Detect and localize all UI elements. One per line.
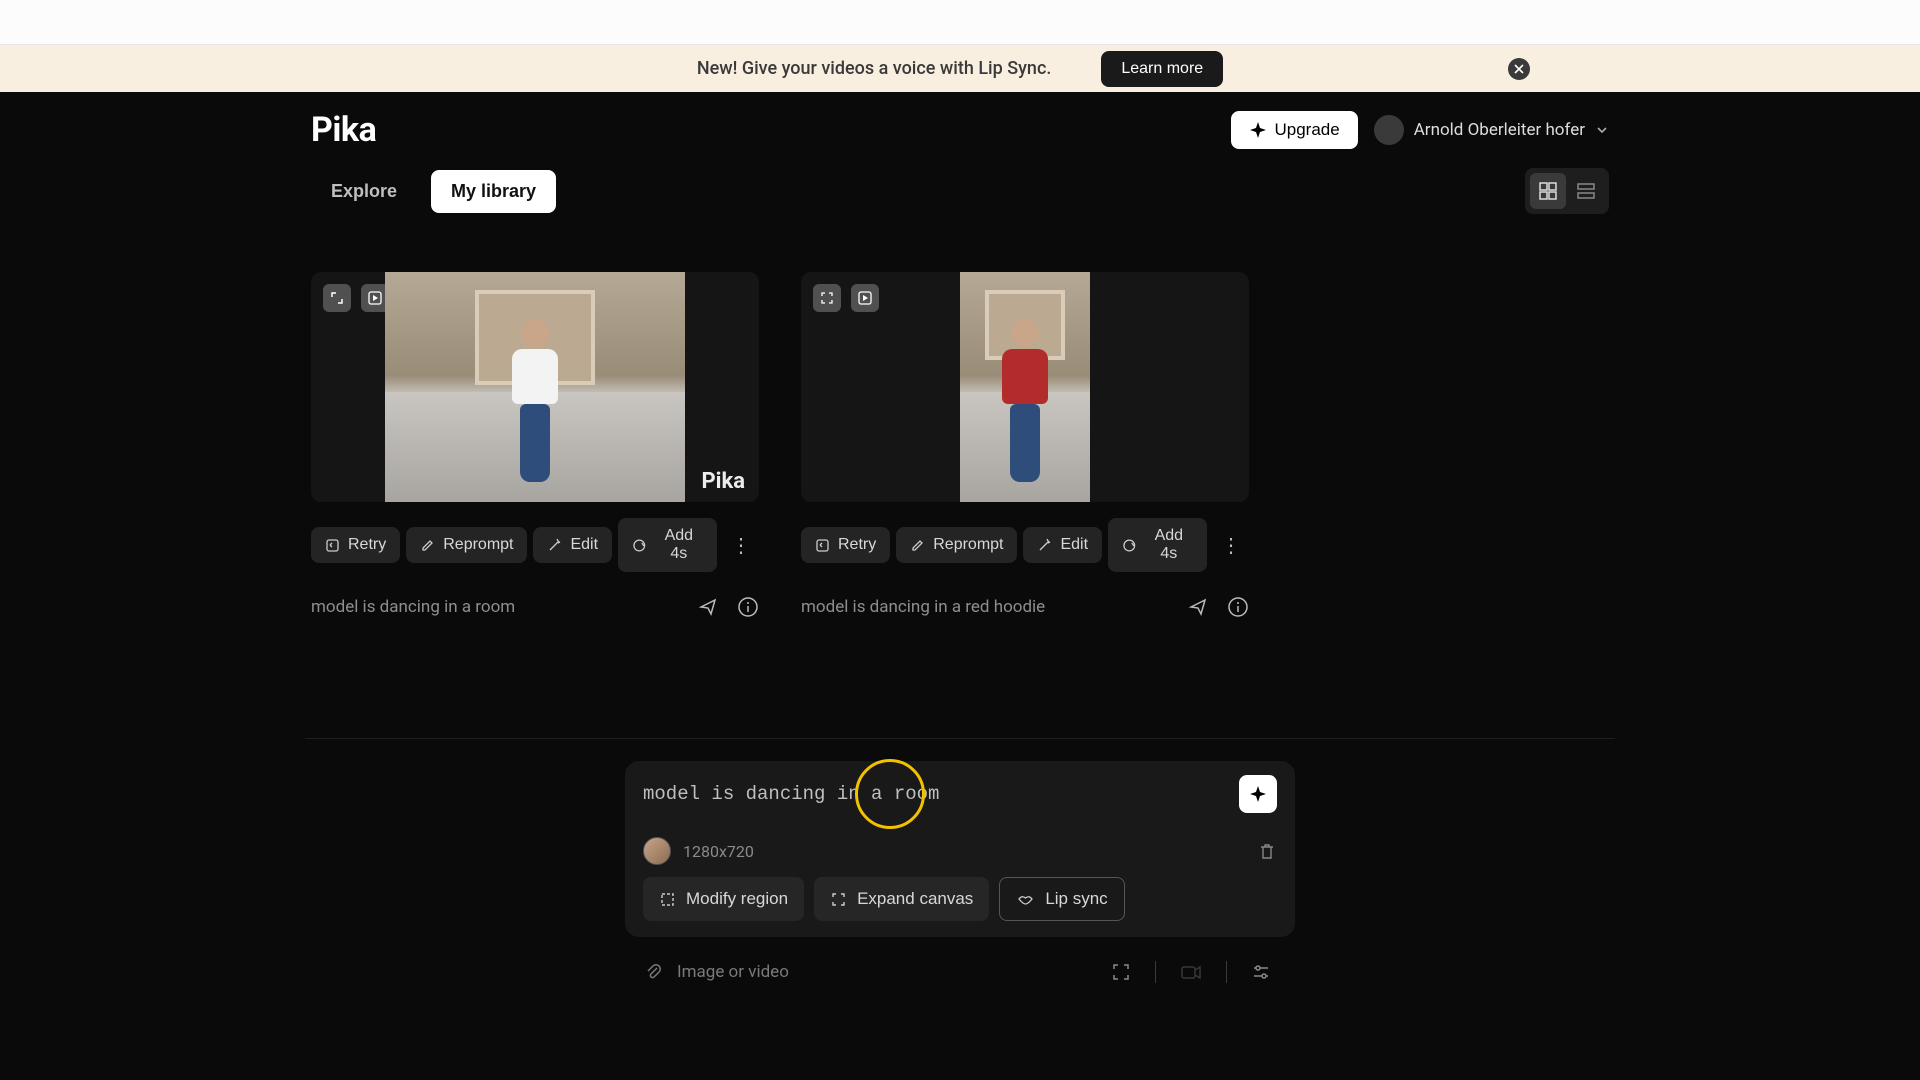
attachment-bar: Image or video (625, 943, 1295, 983)
prompt-composer: 1280x720 Modify region Expand canvas (625, 761, 1295, 937)
sliders-icon (1251, 962, 1271, 982)
list-icon (1577, 182, 1595, 200)
add-4s-button[interactable]: Add 4s (618, 518, 717, 572)
frame-icon (1111, 962, 1131, 982)
generate-button[interactable] (1239, 775, 1277, 813)
close-icon (1514, 64, 1524, 74)
app-logo[interactable]: Pika (311, 110, 376, 150)
play-media-button[interactable] (851, 284, 879, 312)
announcement-bar: New! Give your videos a voice with Lip S… (0, 45, 1920, 92)
share-icon (697, 596, 719, 618)
attached-media-thumbnail[interactable] (643, 837, 671, 865)
list-view-button[interactable] (1568, 173, 1604, 209)
edit-prompt-icon (420, 538, 435, 553)
info-icon (737, 596, 759, 618)
tab-my-library[interactable]: My library (431, 170, 556, 213)
aspect-ratio-button[interactable] (1111, 962, 1131, 982)
video-card: Pika Retry Reprompt Edit (311, 272, 759, 618)
tabs-row: Explore My library (305, 168, 1615, 214)
retry-icon (325, 538, 340, 553)
reprompt-button[interactable]: Reprompt (406, 527, 527, 563)
divider (1226, 961, 1227, 983)
close-announcement-button[interactable] (1508, 58, 1530, 80)
user-menu[interactable]: Arnold Oberleiter hofer (1374, 115, 1609, 145)
retry-button[interactable]: Retry (801, 527, 890, 563)
tab-explore[interactable]: Explore (311, 170, 417, 213)
info-button[interactable] (737, 596, 759, 618)
trash-icon (1257, 841, 1277, 861)
wand-icon (1037, 538, 1052, 553)
edit-button[interactable]: Edit (533, 527, 612, 563)
modify-region-button[interactable]: Modify region (643, 877, 804, 921)
wand-icon (547, 538, 562, 553)
announcement-text: New! Give your videos a voice with Lip S… (697, 58, 1052, 79)
info-icon (1227, 596, 1249, 618)
lip-sync-button[interactable]: Lip sync (999, 877, 1124, 921)
more-actions-button[interactable]: ⋮ (723, 529, 759, 562)
share-icon (1187, 596, 1209, 618)
paperclip-icon (643, 962, 663, 982)
video-thumbnail[interactable] (801, 272, 1249, 502)
sparkle-icon (1249, 785, 1267, 803)
watermark: Pika (701, 469, 745, 494)
app-topbar: Pika Upgrade Arnold Oberleiter hofer (305, 110, 1615, 150)
grid-view-button[interactable] (1530, 173, 1566, 209)
retry-icon (815, 538, 830, 553)
camera-button[interactable] (1180, 961, 1202, 983)
view-toggle (1525, 168, 1609, 214)
user-name: Arnold Oberleiter hofer (1414, 120, 1585, 140)
reprompt-button[interactable]: Reprompt (896, 527, 1017, 563)
edit-prompt-icon (910, 538, 925, 553)
browser-chrome (0, 0, 1920, 45)
add-4s-button[interactable]: Add 4s (1108, 518, 1207, 572)
video-grid: Pika Retry Reprompt Edit (305, 272, 1615, 618)
share-button[interactable] (1187, 596, 1209, 618)
remove-attachment-button[interactable] (1257, 841, 1277, 861)
play-icon (368, 291, 382, 305)
video-caption: model is dancing in a room (311, 597, 515, 617)
focus-icon (820, 291, 834, 305)
lips-icon (1016, 890, 1035, 909)
upgrade-label: Upgrade (1275, 120, 1340, 140)
media-dimensions: 1280x720 (683, 842, 754, 861)
avatar (1374, 115, 1404, 145)
sparkle-icon (1249, 121, 1267, 139)
share-button[interactable] (697, 596, 719, 618)
expand-media-button[interactable] (323, 284, 351, 312)
edit-button[interactable]: Edit (1023, 527, 1102, 563)
expand-media-button[interactable] (813, 284, 841, 312)
video-thumbnail[interactable]: Pika (311, 272, 759, 502)
expand-icon (330, 291, 344, 305)
expand-canvas-icon (830, 891, 847, 908)
add-time-icon (1122, 538, 1137, 553)
prompt-input[interactable] (643, 783, 1227, 805)
expand-canvas-button[interactable]: Expand canvas (814, 877, 989, 921)
video-caption: model is dancing in a red hoodie (801, 597, 1045, 617)
play-icon (858, 291, 872, 305)
divider (1155, 961, 1156, 983)
retry-button[interactable]: Retry (311, 527, 400, 563)
attach-label[interactable]: Image or video (677, 962, 789, 982)
info-button[interactable] (1227, 596, 1249, 618)
video-card: Retry Reprompt Edit Add 4s ⋮ (801, 272, 1249, 618)
camera-icon (1180, 961, 1202, 983)
more-actions-button[interactable]: ⋮ (1213, 529, 1249, 562)
settings-button[interactable] (1251, 962, 1271, 982)
crop-icon (659, 891, 676, 908)
upgrade-button[interactable]: Upgrade (1231, 111, 1358, 149)
chevron-down-icon (1595, 123, 1609, 137)
grid-icon (1539, 182, 1557, 200)
add-time-icon (632, 538, 647, 553)
divider (305, 738, 1615, 739)
learn-more-button[interactable]: Learn more (1101, 51, 1223, 87)
